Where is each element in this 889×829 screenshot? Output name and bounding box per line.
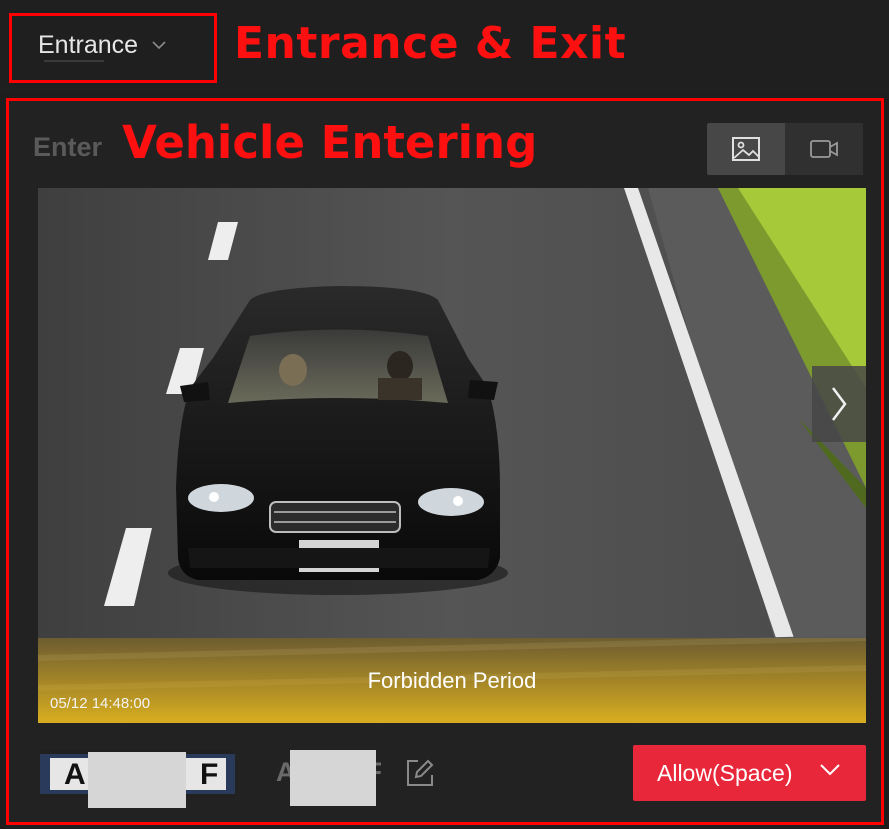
capture-timestamp: 05/12 14:48:00	[50, 695, 151, 712]
capture-info-overlay: Forbidden Period 05/12 14:48:00	[38, 638, 866, 723]
chevron-down-icon[interactable]	[819, 763, 841, 777]
next-image-button[interactable]	[812, 366, 866, 442]
picture-icon	[732, 137, 760, 161]
allow-button[interactable]: Allow(Space)	[633, 745, 866, 801]
view-mode-toggle	[707, 123, 864, 175]
chevron-right-icon	[832, 387, 847, 421]
picture-mode-button[interactable]	[707, 123, 785, 175]
entrance-dropdown-value: Entrance	[38, 30, 139, 59]
dropdown-underline	[44, 60, 104, 62]
status-text: Forbidden Period	[367, 668, 537, 693]
edit-icon[interactable]	[404, 757, 436, 789]
entrance-dropdown[interactable]: Entrance	[38, 28, 166, 62]
plate-redaction	[88, 752, 186, 808]
plate-text-redaction	[290, 750, 376, 806]
enter-label: Enter	[33, 132, 103, 162]
video-mode-button[interactable]	[785, 123, 863, 175]
annotation-title-vehicle-entering: Vehicle Entering	[122, 116, 538, 169]
plate-char-first: A	[64, 758, 86, 791]
annotation-title-entrance-exit: Entrance & Exit	[234, 18, 627, 69]
video-icon	[810, 140, 838, 158]
chevron-down-icon	[152, 41, 166, 50]
allow-button-label: Allow(Space)	[657, 759, 793, 786]
plate-char-last: F	[200, 758, 218, 791]
